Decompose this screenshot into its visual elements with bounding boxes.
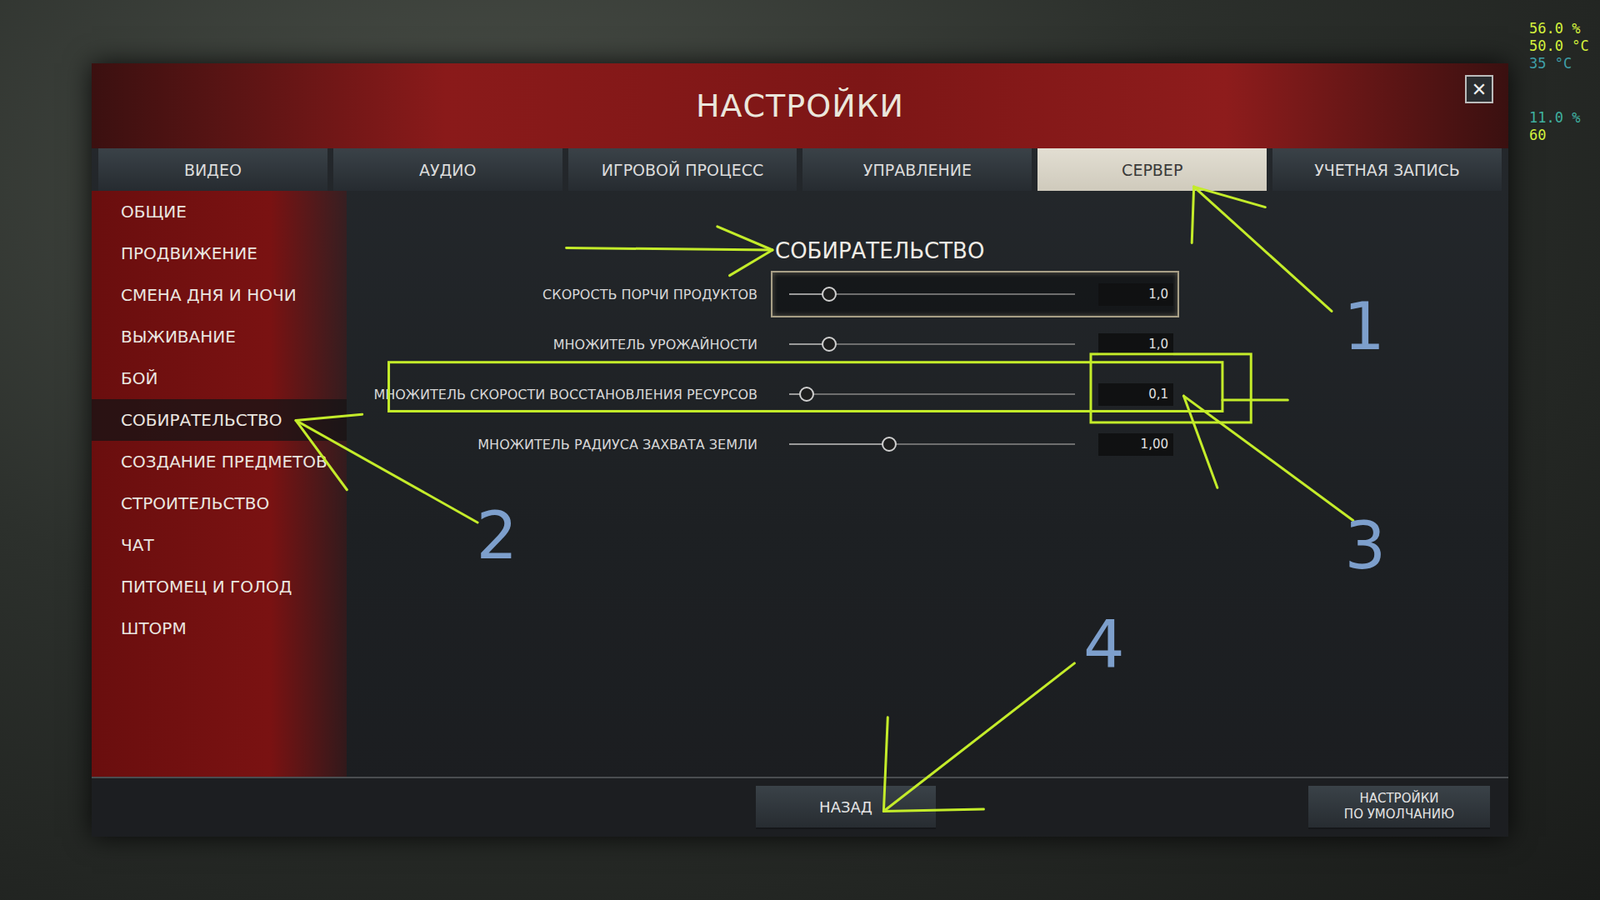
tab[interactable]: ВИДЕО [98, 148, 328, 191]
setting-label: МНОЖИТЕЛЬ РАДИУСА ЗАХВАТА ЗЕМЛИ [346, 436, 758, 453]
overlay-line: 35 °C [1529, 55, 1590, 73]
value-field[interactable]: 1,00 [1098, 433, 1174, 456]
setting-control: 1,00 [770, 420, 1180, 468]
section-title: СОБИРАТЕЛЬСТВО [346, 232, 1509, 270]
slider-knob[interactable] [881, 436, 897, 452]
title-bar: НАСТРОЙКИ ✕ [91, 63, 1509, 149]
annotation-number: 2 [475, 503, 518, 569]
performance-overlay: 56.0 %50.0 °C35 °C 11.0 %60 [1529, 20, 1590, 145]
tab[interactable]: УЧЕТНАЯ ЗАПИСЬ [1272, 148, 1502, 191]
tab-bar: ВИДЕОАУДИОИГРОВОЙ ПРОЦЕССУПРАВЛЕНИЕСЕРВЕ… [91, 148, 1509, 191]
sidebar-item[interactable]: ПРОДВИЖЕНИЕ [91, 232, 347, 275]
settings-dialog: НАСТРОЙКИ ✕ ВИДЕОАУДИОИГРОВОЙ ПРОЦЕССУПРАВ… [91, 63, 1509, 837]
value-field[interactable]: 0,1 [1098, 383, 1174, 406]
setting-label: МНОЖИТЕЛЬ СКОРОСТИ ВОССТАНОВЛЕНИЯ РЕСУРС… [346, 386, 758, 403]
setting-label: СКОРОСТЬ ПОРЧИ ПРОДУКТОВ [346, 286, 758, 303]
overlay-line: 56.0 % [1529, 20, 1590, 38]
overlay-group: 11.0 %60 [1529, 109, 1590, 145]
setting-control: 1,0 [770, 320, 1180, 368]
annotation-number: 4 [1083, 612, 1125, 678]
value-field[interactable]: 1,0 [1098, 283, 1174, 306]
tab[interactable]: ИГРОВОЙ ПРОЦЕСС [568, 148, 798, 191]
main-area: ОБЩИЕПРОДВИЖЕНИЕСМЕНА ДНЯ И НОЧИВЫЖИВАНИ… [91, 190, 1509, 777]
setting-label: МНОЖИТЕЛЬ УРОЖАЙНОСТИ [346, 336, 758, 353]
defaults-button-line: НАСТРОЙКИ [1359, 790, 1439, 808]
sidebar-item[interactable]: ЧАТ [91, 524, 347, 566]
annotation-number: 1 [1343, 294, 1385, 360]
sidebar-item[interactable]: ОБЩИЕ [91, 190, 347, 233]
tab[interactable]: УПРАВЛЕНИЕ [802, 148, 1032, 191]
defaults-button-line: ПО УМОЛЧАНИЮ [1344, 806, 1455, 824]
overlay-group: 56.0 %50.0 °C35 °C [1529, 20, 1590, 73]
slider-track[interactable] [789, 293, 1075, 295]
sidebar-item[interactable]: ШТОРМ [91, 607, 347, 650]
annotation-number: 3 [1345, 513, 1387, 579]
sidebar-item[interactable]: СТРОИТЕЛЬСТВО [91, 482, 347, 525]
slider-knob[interactable] [799, 386, 815, 402]
sidebar-item[interactable]: СОБИРАТЕЛЬСТВО [91, 399, 347, 441]
slider-knob[interactable] [821, 286, 837, 302]
slider-track[interactable] [789, 393, 1075, 395]
back-button[interactable]: НАЗАД [755, 785, 936, 830]
setting-row: МНОЖИТЕЛЬ РАДИУСА ЗАХВАТА ЗЕМЛИ 1,00 [346, 419, 1509, 470]
overlay-line: 50.0 °C [1529, 37, 1590, 55]
close-button[interactable]: ✕ [1465, 75, 1494, 104]
slider-fill [789, 443, 890, 445]
value-field[interactable]: 1,0 [1098, 333, 1174, 356]
setting-control: 1,0 [770, 270, 1180, 318]
sidebar-item[interactable]: БОЙ [91, 357, 347, 400]
setting-control: 0,1 [770, 370, 1180, 418]
overlay-line: 11.0 % [1529, 109, 1590, 127]
defaults-button[interactable]: НАСТРОЙКИПО УМОЛЧАНИЮ [1308, 785, 1490, 830]
annotation-arrows-icon [0, 0, 1600, 900]
sidebar-item[interactable]: ПИТОМЕЦ И ГОЛОД [91, 565, 347, 608]
setting-row: МНОЖИТЕЛЬ СКОРОСТИ ВОССТАНОВЛЕНИЯ РЕСУРС… [346, 369, 1509, 420]
sidebar-item[interactable]: СОЗДАНИЕ ПРЕДМЕТОВ [91, 440, 347, 483]
slider-track[interactable] [789, 343, 1075, 345]
sidebar: ОБЩИЕПРОДВИЖЕНИЕСМЕНА ДНЯ И НОЧИВЫЖИВАНИ… [91, 190, 347, 777]
slider-track[interactable] [789, 443, 1075, 445]
settings-content: СОБИРАТЕЛЬСТВО СКОРОСТЬ ПОРЧИ ПРОДУКТОВ 1,… [346, 190, 1509, 777]
tab[interactable]: АУДИО [333, 148, 563, 191]
sidebar-item[interactable]: СМЕНА ДНЯ И НОЧИ [91, 274, 347, 316]
setting-row: СКОРОСТЬ ПОРЧИ ПРОДУКТОВ 1,0 [346, 269, 1509, 320]
sidebar-item[interactable]: ВЫЖИВАНИЕ [91, 315, 347, 358]
dialog-title: НАСТРОЙКИ [695, 87, 905, 125]
slider-knob[interactable] [821, 336, 837, 352]
footer-bar: НАЗАД НАСТРОЙКИПО УМОЛЧАНИЮ [91, 776, 1509, 837]
setting-row: МНОЖИТЕЛЬ УРОЖАЙНОСТИ 1,0 [346, 319, 1509, 370]
overlay-line: 60 [1529, 126, 1590, 145]
tab[interactable]: СЕРВЕР [1037, 148, 1267, 191]
